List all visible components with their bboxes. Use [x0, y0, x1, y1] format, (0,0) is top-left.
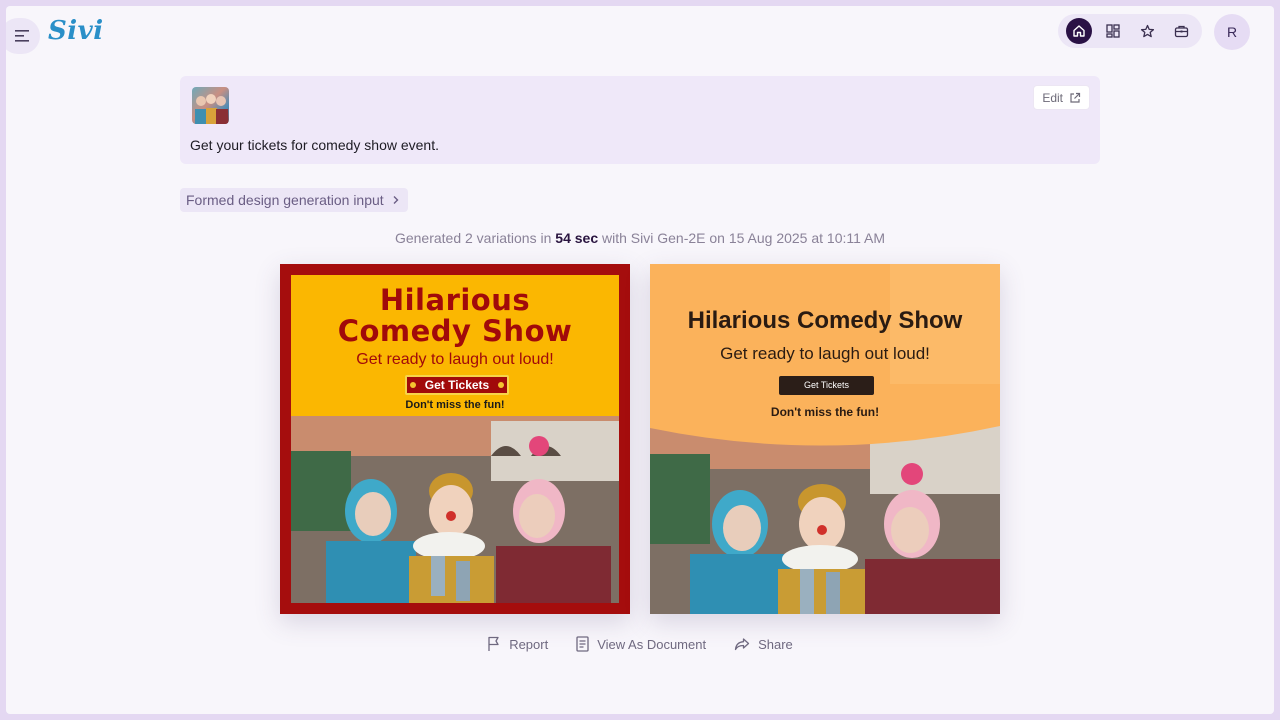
prompt-text: Get your tickets for comedy show event.: [190, 137, 439, 153]
formed-input-toggle[interactable]: Formed design generation input: [180, 188, 408, 212]
design-1-headline: Hilarious Comedy Show: [337, 283, 573, 348]
top-nav: [1058, 14, 1202, 48]
dot-icon: [498, 382, 504, 388]
edit-prompt-button[interactable]: Edit: [1033, 85, 1090, 110]
external-link-icon: [1070, 92, 1081, 103]
design-variation-1[interactable]: Hilarious Comedy Show Get ready to laugh…: [280, 264, 630, 614]
chevron-right-icon: [393, 196, 399, 204]
sivi-logo[interactable]: Sivi: [48, 16, 104, 46]
generation-prefix: Generated 2 variations in: [394, 230, 552, 246]
design-1-banner: Hilarious Comedy Show Get ready to laugh…: [291, 275, 619, 416]
templates-icon: [1106, 24, 1120, 38]
design-1-subheadline: Get ready to laugh out loud!: [356, 351, 554, 368]
generation-duration: 54 sec: [555, 230, 599, 246]
star-icon: [1140, 24, 1154, 37]
document-icon: [576, 636, 589, 652]
menu-button[interactable]: [6, 18, 40, 54]
nav-home-button[interactable]: [1066, 18, 1092, 44]
nav-brand-kit-button[interactable]: [1168, 18, 1194, 44]
briefcase-icon: [1174, 25, 1188, 38]
report-button[interactable]: Report: [487, 636, 548, 652]
design-1-clowns-photo: [291, 416, 619, 603]
prompt-card: Edit Get your tickets for comedy show ev…: [180, 76, 1100, 164]
share-icon: [734, 638, 750, 651]
design-2-cta: Get Tickets: [779, 376, 874, 395]
home-icon: [1073, 25, 1085, 37]
nav-favorites-button[interactable]: [1134, 18, 1160, 44]
design-2-headline: Hilarious Comedy Show: [687, 307, 963, 334]
menu-icon: [15, 30, 29, 42]
generation-summary: Generated 2 variations in 54 sec with Si…: [6, 230, 1274, 246]
result-actions: Report View As Document Share: [6, 636, 1274, 652]
user-avatar[interactable]: R: [1214, 14, 1250, 50]
design-2-note: Don't miss the fun!: [770, 405, 880, 419]
share-button[interactable]: Share: [734, 636, 793, 652]
prompt-image-thumbnail[interactable]: [192, 87, 229, 124]
generation-suffix: with Sivi Gen-2E on 15 Aug 2025 at 10:11…: [602, 230, 886, 246]
app-window: Sivi R Edit Get your tickets for comedy …: [6, 6, 1274, 714]
design-1-cta: Get Tickets: [405, 375, 509, 395]
design-1-note: Don't miss the fun!: [405, 399, 505, 411]
dot-icon: [410, 382, 416, 388]
design-variation-2[interactable]: Hilarious Comedy Show Get ready to laugh…: [650, 264, 1000, 614]
design-2-subheadline: Get ready to laugh out loud!: [720, 344, 930, 363]
formed-input-label: Formed design generation input: [186, 192, 384, 208]
view-as-document-button[interactable]: View As Document: [576, 636, 706, 652]
flag-icon: [488, 636, 499, 651]
nav-templates-button[interactable]: [1100, 18, 1126, 44]
edit-label: Edit: [1042, 90, 1063, 105]
